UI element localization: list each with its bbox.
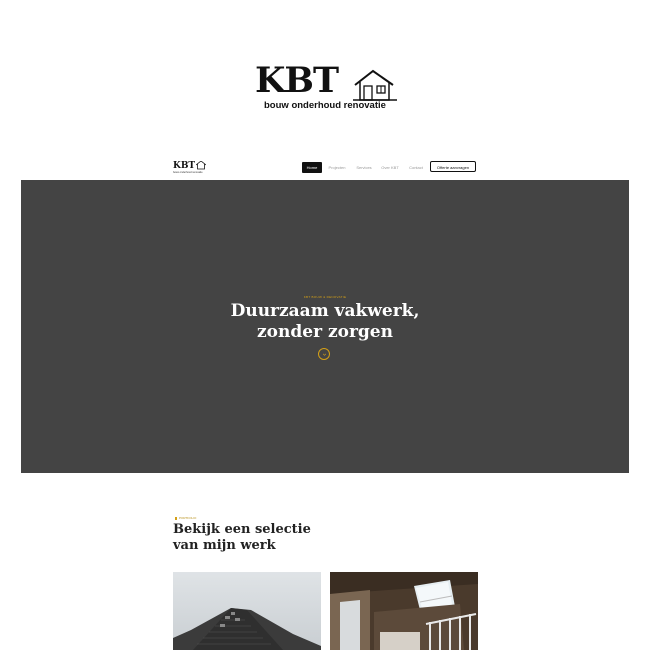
nav-logo[interactable]: KBT bouw onderhoud renovatie [173,161,213,175]
project-card-roof[interactable] [173,572,321,650]
nav-item-over-kbt[interactable]: Over KBT [379,162,401,173]
main-navigation: KBT bouw onderhoud renovatie Home Projec… [0,158,650,180]
hero-title-line-2: zonder zorgen [257,322,393,342]
nav-logo-tagline: bouw onderhoud renovatie [173,171,203,174]
roof-photo [173,572,321,650]
hero-section: KBT BOUW & RENOVATIE Duurzaam vakwerk, z… [21,180,629,473]
hero-eyebrow: KBT BOUW & RENOVATIE [303,295,347,299]
scroll-down-button[interactable] [318,348,330,360]
nav-item-projecten[interactable]: Projecten [325,162,349,173]
nav-item-contact[interactable]: Contact [404,162,428,173]
scroll-down-icon [322,353,326,356]
brand-logo-text: KBT [255,60,339,101]
brand-tagline: bouw onderhoud renovatie [264,100,386,111]
nav-item-services[interactable]: Services [352,162,376,173]
hero-title-line-1: Duurzaam vakwerk, [230,301,420,321]
portfolio-eyebrow-label: PORTFOLIO [179,516,197,520]
house-outline-icon [196,161,206,170]
nav-item-home[interactable]: Home [302,162,322,173]
brand-logo: KBT bouw onderhoud renovatie [255,62,405,112]
hero-title: Duurzaam vakwerk, zonder zorgen [21,301,629,343]
portfolio-eyebrow: PORTFOLIO [175,516,196,520]
portfolio-title-line-2: van mijn werk [173,538,276,553]
portfolio-title: Bekijk een selectie van mijn werk [173,522,311,554]
portfolio-title-line-1: Bekijk een selectie [173,522,311,537]
project-card-interior[interactable] [330,572,478,650]
quote-request-button[interactable]: Offerte aanvragen [430,161,476,172]
nav-logo-text: KBT [173,161,196,171]
house-outline-icon [353,69,397,101]
interior-photo [330,572,478,650]
